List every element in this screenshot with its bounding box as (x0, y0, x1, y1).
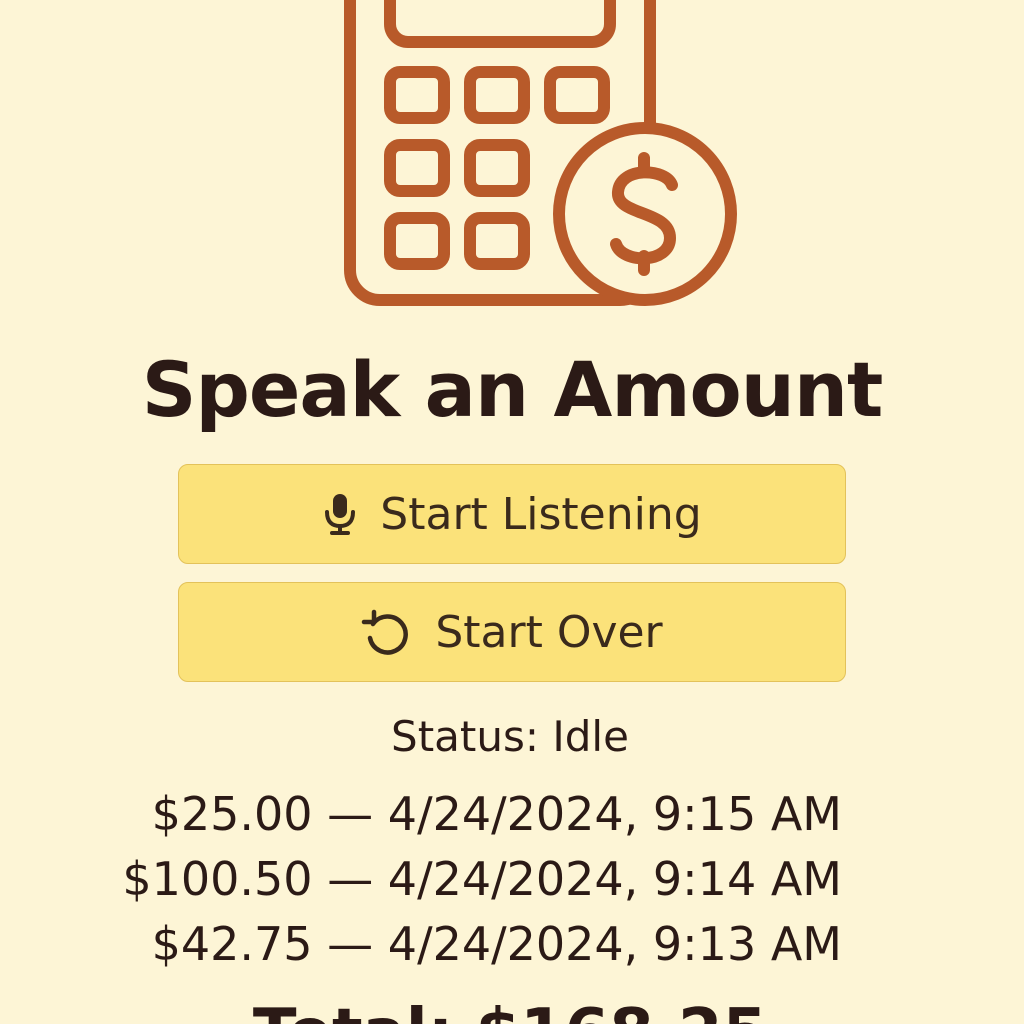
list-item: $42.75 — 4/24/2024, 9:13 AM (151, 917, 842, 971)
start-listening-button[interactable]: Start Listening (178, 464, 846, 564)
microphone-icon (322, 492, 358, 536)
start-over-button[interactable]: Start Over (178, 582, 846, 682)
status-text: Status: Idle (391, 712, 629, 761)
calculator-dollar-icon (330, 0, 750, 320)
start-listening-label: Start Listening (380, 488, 702, 540)
total-amount: Total: $168.25 (0, 996, 1020, 1024)
start-over-label: Start Over (435, 606, 663, 658)
list-item: $100.50 — 4/24/2024, 9:14 AM (122, 852, 842, 906)
page-title: Speak an Amount (141, 345, 884, 434)
list-item: $25.00 — 4/24/2024, 9:15 AM (151, 787, 842, 841)
refresh-icon (361, 606, 413, 658)
amount-history-list: $25.00 — 4/24/2024, 9:15 AM $100.50 — 4/… (122, 782, 842, 977)
app-screen: Speak an Amount Start Listening Start Ov… (0, 0, 1024, 1024)
